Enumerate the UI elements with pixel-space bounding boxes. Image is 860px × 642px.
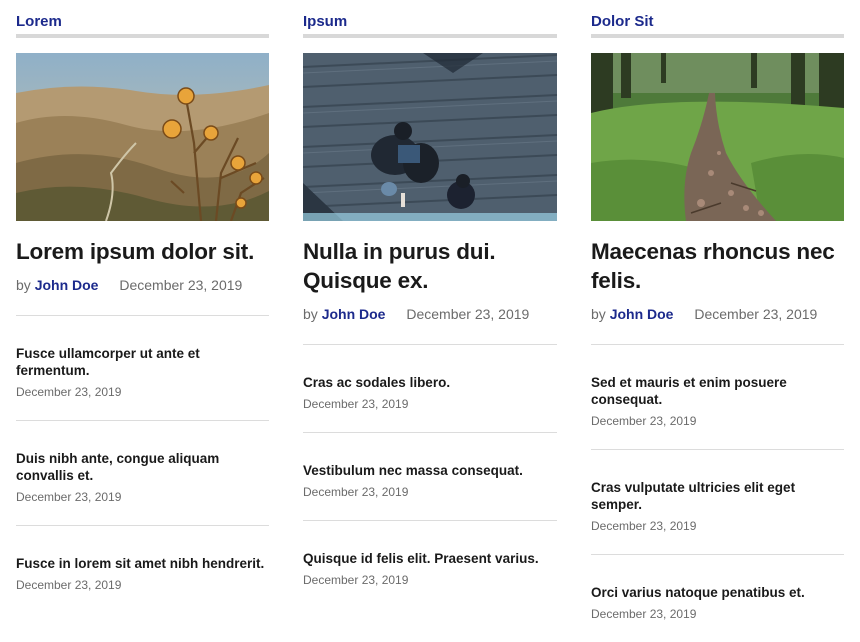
list-item-title[interactable]: Quisque id felis elit. Praesent varius. <box>303 550 557 567</box>
list-item-title[interactable]: Duis nibh ante, congue aliquam convallis… <box>16 450 269 484</box>
featured-image-people-on-deck[interactable] <box>303 53 557 221</box>
author-link[interactable]: John Doe <box>610 306 674 322</box>
list-item-title[interactable]: Fusce in lorem sit amet nibh hendrerit. <box>16 555 269 572</box>
list-item-title[interactable]: Vestibulum nec massa consequat. <box>303 462 557 479</box>
list-item: Fusce ullamcorper ut ante et fermentum. … <box>16 315 269 420</box>
publish-date: December 23, 2019 <box>406 306 530 322</box>
article-list: Fusce ullamcorper ut ante et fermentum. … <box>16 315 269 613</box>
list-item-title[interactable]: Cras ac sodales libero. <box>303 374 557 391</box>
byline: by John Doe December 23, 2019 <box>16 276 269 294</box>
list-item-date: December 23, 2019 <box>303 397 409 411</box>
list-item: Duis nibh ante, congue aliquam convallis… <box>16 420 269 525</box>
category-column-dolor-sit: Dolor Sit Maecenas rhoncus nec felis. by… <box>591 0 844 642</box>
byline-prefix: by <box>16 277 31 293</box>
category-link-dolor-sit[interactable]: Dolor Sit <box>591 13 654 31</box>
list-item-title[interactable]: Fusce ullamcorper ut ante et fermentum. <box>16 345 269 379</box>
list-item-title[interactable]: Orci varius natoque penatibus et. <box>591 584 844 601</box>
publish-date: December 23, 2019 <box>694 306 818 322</box>
list-item-date: December 23, 2019 <box>303 485 409 499</box>
list-item-date: December 23, 2019 <box>591 414 697 428</box>
list-item-date: December 23, 2019 <box>16 490 122 504</box>
category-link-ipsum[interactable]: Ipsum <box>303 13 347 31</box>
list-item-date: December 23, 2019 <box>591 519 697 533</box>
list-item: Sed et mauris et enim posuere consequat.… <box>591 344 844 449</box>
byline: by John Doe December 23, 2019 <box>303 305 557 323</box>
byline-prefix: by <box>303 306 318 322</box>
list-item-date: December 23, 2019 <box>16 385 122 399</box>
featured-image-forest-path[interactable] <box>591 53 844 221</box>
publish-date: December 23, 2019 <box>119 277 243 293</box>
category-header: Dolor Sit <box>591 0 844 38</box>
byline-prefix: by <box>591 306 606 322</box>
category-link-lorem[interactable]: Lorem <box>16 13 62 31</box>
author-link[interactable]: John Doe <box>322 306 386 322</box>
list-item: Quisque id felis elit. Praesent varius. … <box>303 520 557 608</box>
list-item-title[interactable]: Cras vulputate ultricies elit eget sempe… <box>591 479 844 513</box>
category-column-lorem: Lorem Lorem ipsum dolor sit. by John Doe… <box>16 0 269 613</box>
category-column-ipsum: Ipsum Nulla in purus dui. Quisque ex. by… <box>303 0 557 608</box>
list-item-date: December 23, 2019 <box>303 573 409 587</box>
list-item-date: December 23, 2019 <box>16 578 122 592</box>
featured-image-landscape-thistles[interactable] <box>16 53 269 221</box>
landscape-photo <box>16 53 269 221</box>
category-header: Ipsum <box>303 0 557 38</box>
article-list: Sed et mauris et enim posuere consequat.… <box>591 344 844 642</box>
list-item-date: December 23, 2019 <box>591 607 697 621</box>
featured-article-title[interactable]: Maecenas rhoncus nec felis. <box>591 237 844 295</box>
featured-article-title[interactable]: Lorem ipsum dolor sit. <box>16 237 269 266</box>
featured-article-title[interactable]: Nulla in purus dui. Quisque ex. <box>303 237 557 295</box>
category-header: Lorem <box>16 0 269 38</box>
article-list: Cras ac sodales libero. December 23, 201… <box>303 344 557 608</box>
list-item-title[interactable]: Sed et mauris et enim posuere consequat. <box>591 374 844 408</box>
list-item: Cras vulputate ultricies elit eget sempe… <box>591 449 844 554</box>
forest-photo <box>591 53 844 221</box>
byline: by John Doe December 23, 2019 <box>591 305 844 323</box>
list-item: Fusce in lorem sit amet nibh hendrerit. … <box>16 525 269 613</box>
list-item: Orci varius natoque penatibus et. Decemb… <box>591 554 844 642</box>
list-item: Cras ac sodales libero. December 23, 201… <box>303 344 557 432</box>
deck-photo <box>303 53 557 221</box>
author-link[interactable]: John Doe <box>35 277 99 293</box>
list-item: Vestibulum nec massa consequat. December… <box>303 432 557 520</box>
